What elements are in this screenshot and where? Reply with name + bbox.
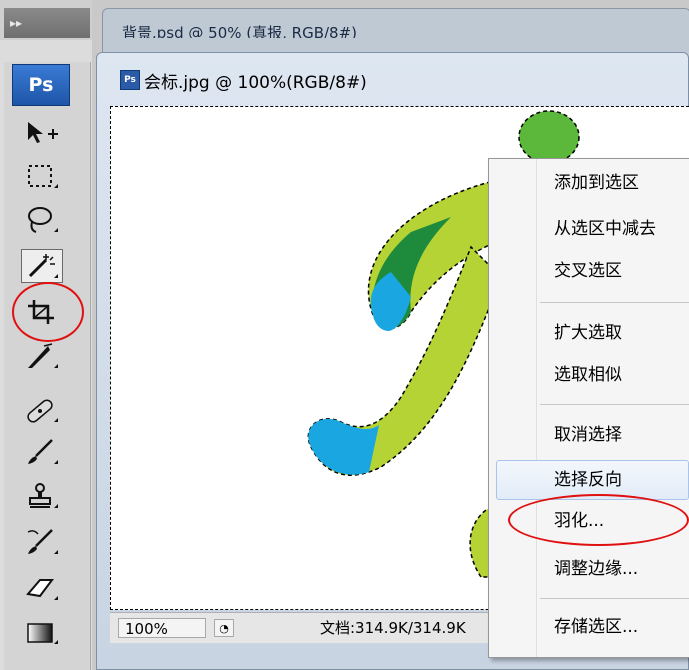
marquee-tool-icon[interactable] bbox=[22, 160, 62, 192]
menu-separator bbox=[540, 598, 689, 599]
toolbox-collapse-button[interactable]: ▸▸ bbox=[4, 8, 90, 38]
menu-item-feather[interactable]: 羽化... bbox=[554, 504, 689, 538]
menu-item-subtract-from-selection[interactable]: 从选区中减去 bbox=[554, 212, 689, 246]
healing-brush-tool-icon[interactable] bbox=[22, 394, 62, 426]
history-brush-tool-icon[interactable] bbox=[22, 526, 62, 558]
ps-file-icon: Ps bbox=[120, 70, 140, 90]
lasso-tool-icon[interactable] bbox=[22, 204, 62, 236]
menu-icon-gutter bbox=[489, 159, 537, 657]
menu-item-add-to-selection[interactable]: 添加到选区 bbox=[554, 166, 689, 200]
menu-item-select-inverse[interactable]: 选择反向 bbox=[554, 463, 689, 497]
magic-wand-tool-icon[interactable] bbox=[21, 249, 63, 283]
photoshop-logo: Ps bbox=[12, 64, 70, 106]
background-document-title: 背景.psd @ 50% (真报, RGB/8#) bbox=[122, 24, 358, 38]
menu-item-grow[interactable]: 扩大选取 bbox=[554, 316, 689, 350]
status-info-icon[interactable]: ◔ bbox=[214, 619, 234, 637]
menu-item-deselect[interactable]: 取消选择 bbox=[554, 418, 689, 452]
move-tool-icon[interactable] bbox=[22, 116, 62, 148]
eraser-tool-icon[interactable] bbox=[22, 572, 62, 604]
gradient-tool-icon[interactable] bbox=[22, 616, 62, 648]
brush-tool-icon[interactable] bbox=[22, 436, 62, 468]
slice-tool-icon[interactable] bbox=[22, 340, 62, 372]
menu-item-intersect-selection[interactable]: 交叉选区 bbox=[554, 254, 689, 288]
toolbox-panel: ▸▸ Ps bbox=[0, 0, 92, 670]
document-title: 会标.jpg @ 100%(RGB/8#) bbox=[144, 73, 367, 93]
menu-item-similar[interactable]: 选取相似 bbox=[554, 358, 689, 392]
menu-item-save-selection[interactable]: 存储选区... bbox=[554, 610, 689, 644]
zoom-level-field[interactable]: 100% bbox=[118, 618, 206, 638]
menu-item-refine-edge[interactable]: 调整边缘... bbox=[554, 552, 689, 586]
crop-tool-icon[interactable] bbox=[22, 296, 62, 328]
menu-separator bbox=[540, 404, 689, 405]
menu-separator bbox=[540, 302, 689, 303]
clone-stamp-tool-icon[interactable] bbox=[22, 480, 62, 512]
